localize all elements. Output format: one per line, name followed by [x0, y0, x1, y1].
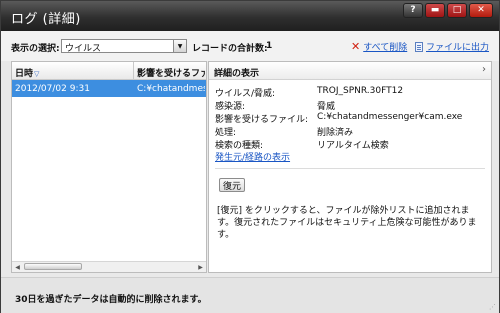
- maximize-button[interactable]: □: [447, 3, 467, 18]
- source-route-link[interactable]: 発生元/経路の表示: [215, 150, 290, 163]
- chevron-right-icon[interactable]: ›: [482, 64, 486, 75]
- detail-value: リアルタイム検索: [317, 141, 389, 151]
- detail-header[interactable]: 詳細の表示 ›: [209, 62, 491, 80]
- chevron-down-icon[interactable]: ▼: [173, 40, 186, 52]
- detail-label: 処理:: [215, 128, 237, 138]
- toolbar: 表示の選択: ウイルス ▼ レコードの合計数: 1 ✕ すべて削除 ファイルに出…: [1, 31, 499, 61]
- scroll-right-icon[interactable]: ▶: [196, 263, 205, 271]
- row-date: 2012/07/02 9:31: [15, 84, 90, 94]
- column-date-label: 日時: [15, 69, 34, 79]
- scroll-left-icon[interactable]: ◀: [13, 263, 22, 271]
- table-row[interactable]: 2012/07/02 9:31 C:¥chatandmess: [12, 80, 206, 97]
- document-icon: [415, 41, 423, 52]
- view-select[interactable]: ウイルス ▼: [61, 39, 187, 54]
- divider: [215, 168, 485, 169]
- view-select-label: 表示の選択:: [11, 44, 60, 54]
- column-header-date[interactable]: 日時▽: [15, 66, 39, 79]
- delete-all-label[interactable]: すべて削除: [363, 40, 407, 53]
- restore-button[interactable]: 復元: [219, 178, 245, 192]
- log-list: 日時▽ 影響を受けるファ 2012/07/02 9:31 C:¥chatandm…: [11, 61, 207, 273]
- title-bar[interactable]: ログ (詳細) ? ▬ □ ✕: [1, 1, 499, 31]
- detail-value: 削除済み: [317, 128, 354, 138]
- status-bar: 30日を過ぎたデータは自動的に削除されます。 ⋰: [1, 277, 499, 313]
- column-divider[interactable]: [133, 62, 134, 79]
- retention-notice: 30日を過ぎたデータは自動的に削除されます。: [15, 295, 207, 305]
- help-button[interactable]: ?: [403, 3, 423, 18]
- view-select-value: ウイルス: [65, 44, 102, 54]
- scrollbar-thumb[interactable]: [24, 263, 82, 270]
- export-file-label[interactable]: ファイルに出力: [426, 40, 489, 53]
- list-header: 日時▽ 影響を受けるファ: [12, 62, 206, 80]
- row-file: C:¥chatandmess: [137, 84, 205, 94]
- export-file-link[interactable]: ファイルに出力: [415, 40, 489, 53]
- restore-note: [復元] をクリックすると、ファイルが除外リストに追加されます。復元されたファイ…: [217, 206, 477, 240]
- close-button[interactable]: ✕: [469, 3, 493, 18]
- window-title: ログ (詳細): [11, 12, 81, 27]
- detail-label: 感染源:: [215, 102, 246, 112]
- log-window: ログ (詳細) ? ▬ □ ✕ 表示の選択: ウイルス ▼ レコードの合計数: …: [0, 0, 500, 313]
- detail-label: ウイルス/脅威:: [215, 89, 276, 99]
- detail-value: C:¥chatandmessenger¥cam.exe: [317, 112, 463, 122]
- horizontal-scrollbar[interactable]: ◀ ▶: [12, 261, 206, 272]
- record-count-label: レコードの合計数:: [192, 44, 268, 54]
- detail-header-title: 詳細の表示: [214, 69, 260, 79]
- column-header-file[interactable]: 影響を受けるファ: [137, 66, 205, 79]
- window-controls: ? ▬ □ ✕: [403, 3, 493, 18]
- detail-label: 影響を受けるファイル:: [215, 115, 309, 125]
- detail-value: 脅威: [317, 102, 336, 112]
- minimize-button[interactable]: ▬: [425, 3, 445, 18]
- record-count: 1: [266, 41, 273, 51]
- resize-grip-icon[interactable]: ⋰: [489, 303, 497, 311]
- detail-value: TROJ_SPNR.30FT12: [317, 86, 404, 96]
- detail-panel: 詳細の表示 › ウイルス/脅威: TROJ_SPNR.30FT12 感染源: 脅…: [208, 61, 492, 273]
- sort-desc-icon: ▽: [34, 70, 40, 78]
- delete-all-link[interactable]: ✕ すべて削除: [351, 40, 407, 53]
- delete-x-icon: ✕: [351, 40, 361, 53]
